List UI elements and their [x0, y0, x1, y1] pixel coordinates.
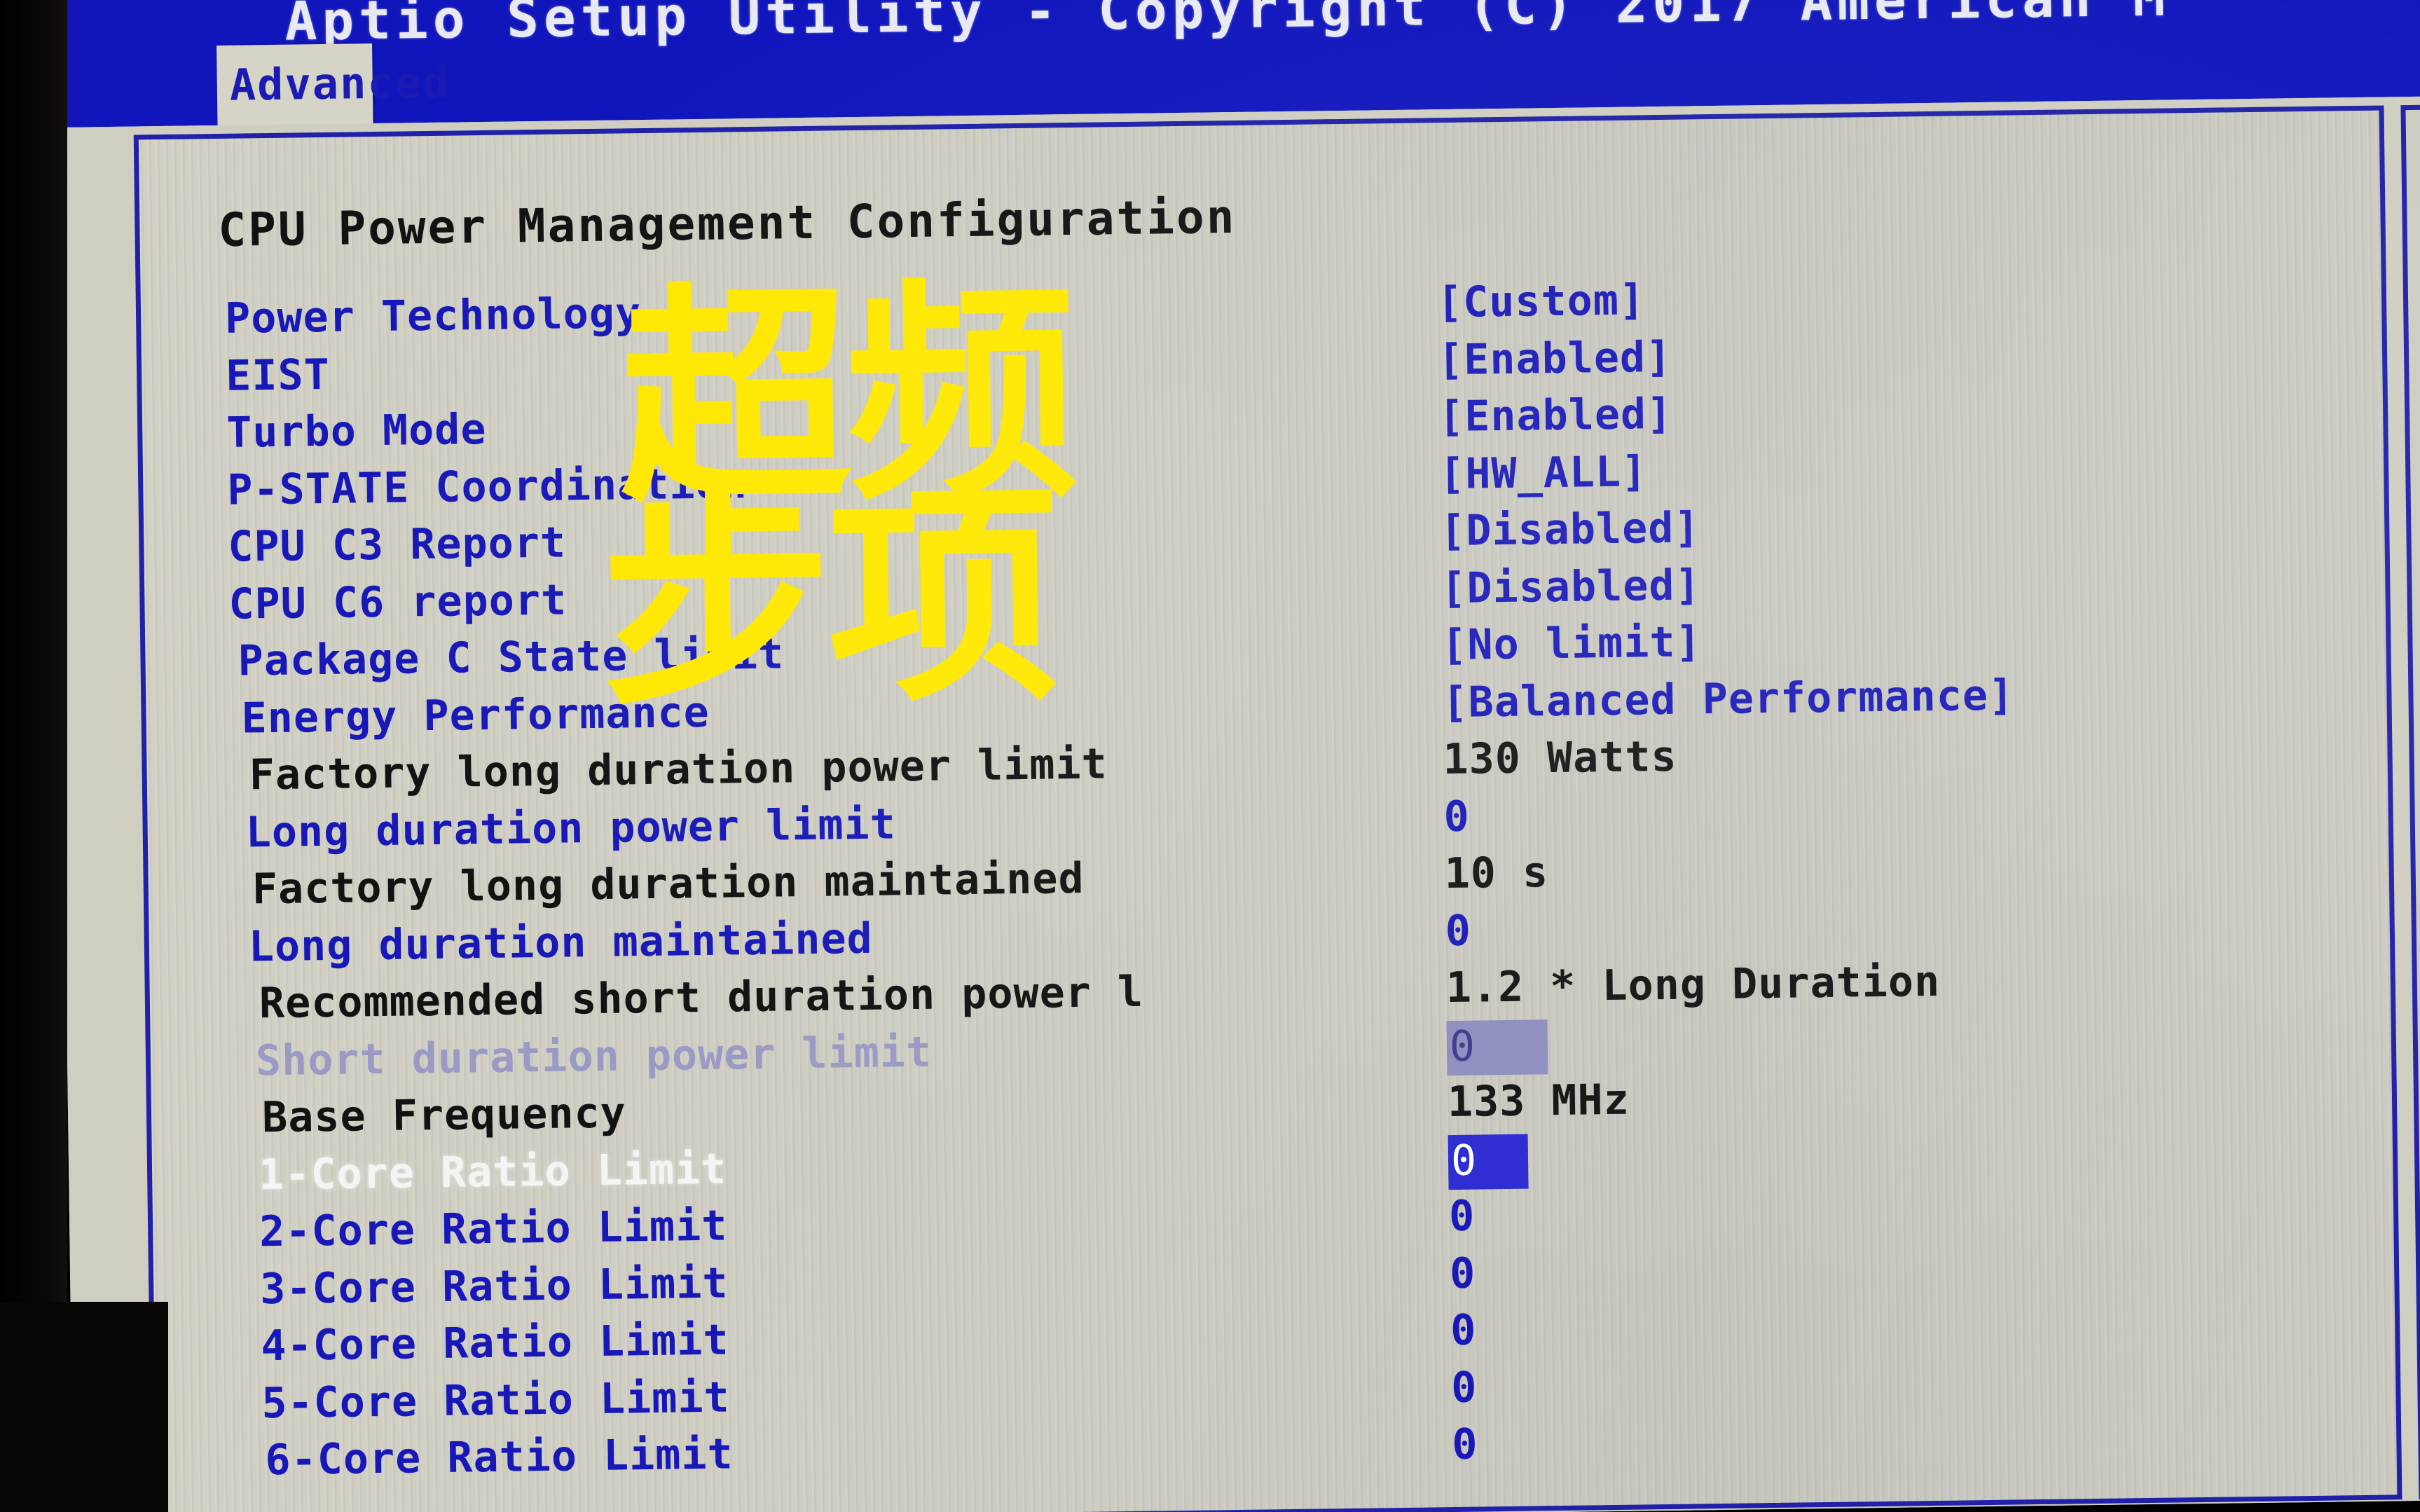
chinese-watermark: 超频 步项 — [599, 259, 1078, 738]
setting-label: 1-Core Ratio Limit — [258, 1144, 727, 1200]
setting-label: Recommended short duration power l — [259, 967, 1144, 1029]
setting-value[interactable]: 0 — [1450, 1249, 1476, 1298]
setting-value[interactable]: [No limit] — [1441, 617, 1702, 670]
help-pane: ShWafa →← :↑↓ :Ente+/- :F1:F2:F9:F10:ESC… — [2400, 102, 2420, 1499]
watermark-line-2: 步项 — [599, 462, 1057, 738]
setting-label: Power Technology — [224, 289, 642, 343]
setting-label: 4-Core Ratio Limit — [260, 1315, 729, 1371]
setting-label: Short duration power limit — [255, 1027, 933, 1085]
setting-value[interactable]: 1.2 * Long Duration — [1445, 957, 1940, 1012]
monitor-bezel-left — [0, 0, 67, 1512]
setting-value[interactable]: 0 — [1443, 792, 1470, 841]
setting-label: Factory long duration maintained — [252, 853, 1085, 914]
tab-advanced-label: Advanced — [229, 56, 451, 111]
setting-value[interactable]: [Enabled] — [1438, 390, 1673, 441]
setting-value[interactable]: 130 Watts — [1443, 732, 1677, 784]
setting-value[interactable]: 0 — [1448, 1134, 1529, 1190]
bios-screenshot: Aptio Setup Utility - Copyright (C) 2017… — [0, 0, 2420, 1512]
setting-label: 3-Core Ratio Limit — [259, 1258, 729, 1314]
setting-label: Turbo Mode — [226, 404, 487, 458]
setting-value[interactable]: [Balanced Performance] — [1442, 671, 2015, 727]
bios-title-text: Aptio Setup Utility - Copyright (C) 2017… — [284, 0, 2171, 53]
setting-value[interactable]: [Disabled] — [1440, 503, 1700, 556]
setting-value-dimmed: 0 — [1446, 1019, 1548, 1075]
setting-value[interactable]: 0 — [1449, 1192, 1476, 1241]
cpu-power-management-pane: CPU Power Management Configuration Power… — [133, 105, 2402, 1512]
tab-advanced[interactable]: Advanced — [216, 43, 451, 131]
setting-label: Base Frequency — [261, 1088, 627, 1143]
setting-value[interactable]: 0 — [1451, 1363, 1478, 1412]
setting-label: Long duration power limit — [245, 799, 897, 858]
setting-value-selected[interactable]: 0 — [1448, 1134, 1529, 1190]
setting-value[interactable]: [Custom] — [1437, 275, 1646, 327]
setting-value[interactable]: [Enabled] — [1438, 332, 1672, 384]
setting-value[interactable]: 0 — [1452, 1420, 1478, 1469]
setting-value[interactable]: [HW_ALL] — [1439, 447, 1648, 499]
setting-value[interactable]: 10 s — [1444, 848, 1548, 898]
monitor-bezel-corner — [0, 1302, 168, 1512]
setting-value[interactable]: 133 MHz — [1447, 1075, 1630, 1127]
bios-body: CPU Power Management Configuration Power… — [55, 96, 2420, 1512]
settings-list: Power Technology [Custom] EIST [Enabled] Tur… — [139, 111, 2398, 1512]
setting-label: 6-Core Ratio Limit — [265, 1429, 734, 1485]
monitor-screen-area: Aptio Setup Utility - Copyright (C) 2017… — [53, 0, 2420, 1512]
setting-label: EIST — [225, 350, 331, 401]
setting-label: CPU C6 report — [228, 575, 568, 629]
setting-label: CPU C3 Report — [227, 518, 567, 572]
setting-value[interactable]: 0 — [1445, 906, 1471, 955]
setting-value[interactable]: 0 — [1446, 1019, 1548, 1075]
setting-value[interactable]: [Disabled] — [1441, 561, 1701, 613]
setting-label: 5-Core Ratio Limit — [261, 1373, 731, 1428]
setting-label: Long duration maintained — [248, 914, 874, 971]
setting-value[interactable]: 0 — [1450, 1306, 1477, 1355]
setting-label: Factory long duration power limit — [249, 739, 1108, 800]
setting-label: 2-Core Ratio Limit — [259, 1201, 728, 1257]
